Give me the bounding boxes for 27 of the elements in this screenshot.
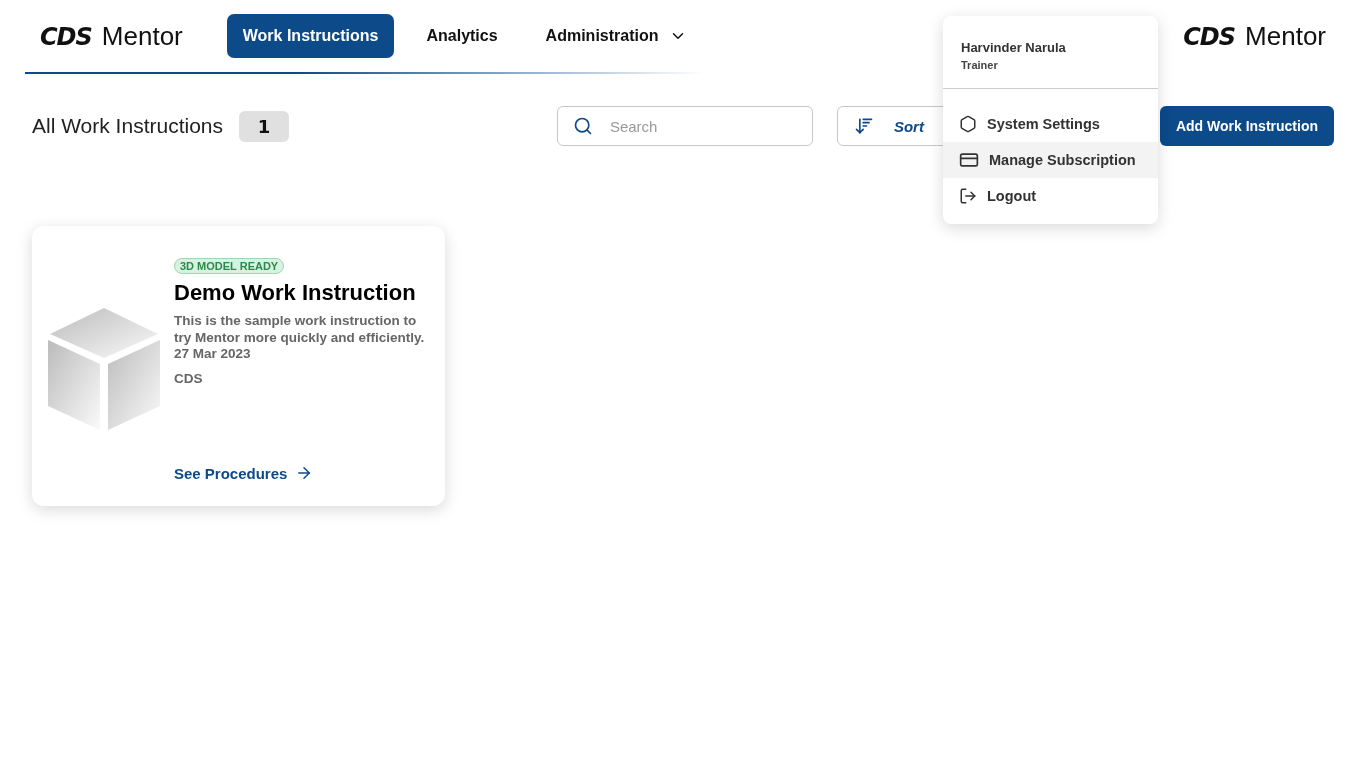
card-description: This is the sample work instruction to try Mentor more quickly and efficiently. bbox=[174, 312, 426, 346]
status-badge: 3D MODEL READY bbox=[174, 258, 285, 274]
add-work-instruction-button[interactable]: Add Work Instruction bbox=[1159, 106, 1334, 146]
card-title: Demo Work Instruction bbox=[174, 280, 417, 306]
menu-item[interactable]: Manage Subscription bbox=[943, 142, 1158, 178]
nav-link[interactable]: Analytics bbox=[410, 14, 514, 58]
nav-link[interactable]: Administration bbox=[529, 14, 703, 58]
see-procedures-link[interactable]: See Procedures bbox=[174, 464, 314, 482]
count-badge: 1 bbox=[239, 110, 289, 142]
sort-icon bbox=[853, 116, 874, 136]
cube-icon bbox=[48, 306, 160, 432]
card-owner: CDS bbox=[174, 371, 204, 386]
card-date: 27 Mar 2023 bbox=[174, 346, 252, 361]
logo-name: Mentor bbox=[1245, 20, 1326, 52]
logo-name: Mentor bbox=[101, 20, 183, 52]
menu-item[interactable]: Logout bbox=[943, 178, 1158, 214]
logout-icon bbox=[959, 187, 977, 205]
card-icon bbox=[959, 150, 979, 170]
user-role: Trainer bbox=[961, 59, 999, 71]
search-field[interactable]: Search bbox=[556, 106, 813, 146]
page-title: All Work Instructions bbox=[32, 114, 223, 138]
nav-link[interactable]: Work Instructions bbox=[226, 14, 395, 58]
logo-mark: CDS bbox=[40, 22, 92, 51]
user-name: Harvinder Narula bbox=[961, 40, 1067, 55]
settings-icon bbox=[959, 115, 977, 133]
search-icon bbox=[572, 116, 593, 136]
logo-mark: CDS bbox=[1183, 22, 1236, 51]
